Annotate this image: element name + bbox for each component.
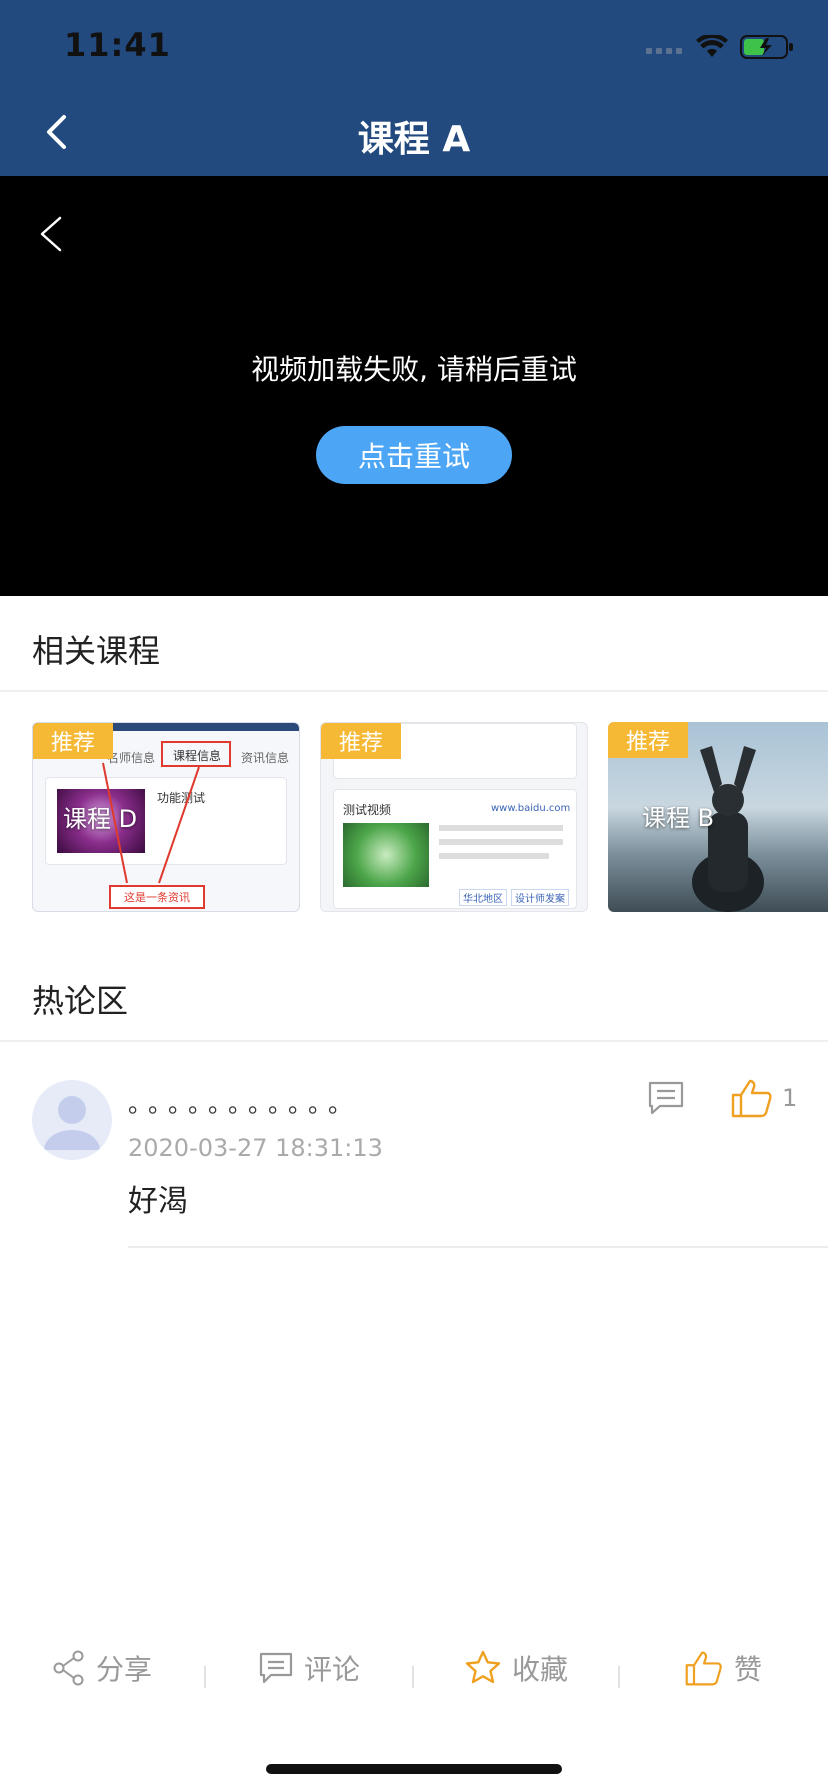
- battery-icon: [740, 35, 793, 59]
- video-back-button[interactable]: [30, 206, 70, 258]
- thumb-title: 测试视频: [343, 803, 392, 817]
- thumb-text-line: [439, 839, 563, 845]
- status-icons: [646, 34, 794, 60]
- thumb-tag: 设计师发案: [511, 889, 569, 906]
- separator: [204, 1666, 206, 1688]
- like-button[interactable]: 赞: [684, 1648, 762, 1688]
- retry-button[interactable]: 点击重试: [316, 426, 512, 484]
- avatar[interactable]: [32, 1080, 112, 1160]
- comment-label: 评论: [304, 1653, 361, 1686]
- section-divider: [0, 690, 828, 692]
- status-bar: 11:41: [0, 0, 828, 88]
- signal-icon: [646, 48, 682, 54]
- status-time: 11:41: [64, 26, 171, 64]
- comment-like-count: 1: [782, 1084, 798, 1112]
- video-error-message: 视频加载失败, 请稍后重试: [251, 353, 577, 386]
- thumb-site: www.baidu.com: [491, 803, 571, 814]
- course-card-title: 课程 B: [642, 804, 715, 832]
- share-label: 分享: [96, 1653, 153, 1686]
- chevron-left-icon: [40, 216, 62, 252]
- nav-bar: 课程 A: [0, 88, 828, 176]
- thumb-image: [343, 823, 429, 887]
- related-courses-list: 名师信息 课程信息 资讯信息 功能测试 这是一条资讯 推荐 课程 D 测试视频 …: [32, 722, 828, 912]
- separator: [412, 1666, 414, 1688]
- course-card[interactable]: 推荐 课程 B: [608, 722, 828, 912]
- comment-icon: [648, 1081, 684, 1115]
- discussion-title: 热论区: [32, 982, 129, 1020]
- comment-like-button[interactable]: [730, 1076, 774, 1120]
- thumbs-up-icon: [731, 1079, 772, 1118]
- separator: [618, 1666, 620, 1688]
- thumbs-up-icon: [685, 1651, 722, 1686]
- course-card-title: 课程 D: [63, 805, 138, 833]
- share-icon: [53, 1650, 84, 1686]
- thumb-tag: 华北地区: [459, 889, 507, 906]
- related-courses-title: 相关课程: [32, 632, 161, 670]
- recommend-badge: 推荐: [608, 722, 688, 758]
- recommend-badge: 推荐: [33, 723, 113, 759]
- wifi-icon: [696, 35, 728, 57]
- thumb-text-line: [439, 853, 549, 859]
- comment-author: 。。。。。。。。。。。: [128, 1090, 360, 1118]
- share-button[interactable]: 分享: [52, 1648, 152, 1688]
- favorite-label: 收藏: [512, 1653, 569, 1686]
- favorite-button[interactable]: 收藏: [464, 1648, 568, 1688]
- bottom-action-bar: 分享 评论 收藏 赞: [0, 1636, 828, 1716]
- user-icon: [44, 1096, 100, 1150]
- course-card[interactable]: 测试视频 www.baidu.com 华北地区 设计师发案 推荐: [320, 722, 588, 912]
- page-title: 课程 A: [357, 119, 471, 160]
- reply-button[interactable]: [646, 1078, 686, 1118]
- home-indicator[interactable]: [266, 1764, 562, 1774]
- video-player[interactable]: 视频加载失败, 请稍后重试 点击重试: [0, 176, 828, 596]
- comment-button[interactable]: 评论: [258, 1648, 360, 1688]
- comment-divider: [128, 1246, 828, 1248]
- comment-time: 2020-03-27 18:31:13: [128, 1134, 383, 1162]
- comment-icon: [259, 1652, 293, 1684]
- comment-item: 。。。。。。。。。。。 2020-03-27 18:31:13 好渴 1: [0, 1040, 828, 1250]
- recommend-badge: 推荐: [321, 723, 401, 759]
- star-icon: [465, 1650, 501, 1684]
- course-card[interactable]: 名师信息 课程信息 资讯信息 功能测试 这是一条资讯 推荐 课程 D: [32, 722, 300, 912]
- comment-text: 好渴: [128, 1184, 188, 1219]
- like-label: 赞: [734, 1653, 763, 1686]
- thumb-text-line: [439, 825, 563, 831]
